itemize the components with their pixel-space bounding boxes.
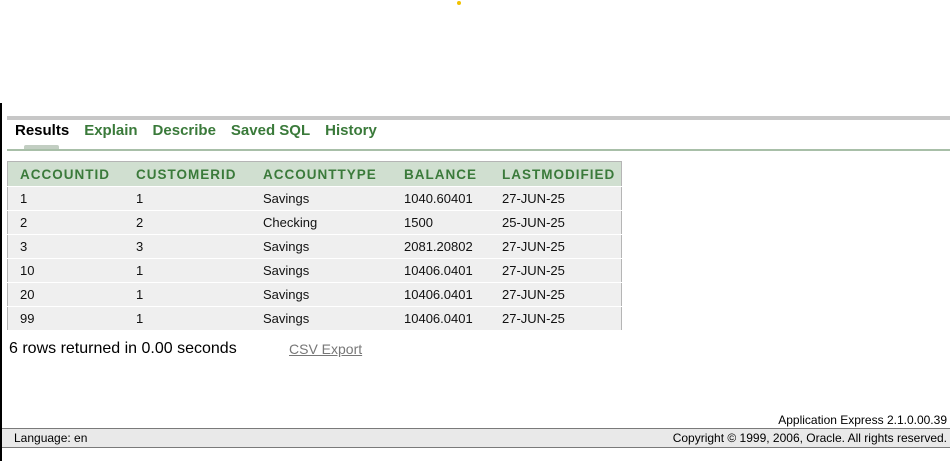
results-table: ACCOUNTID CUSTOMERID ACCOUNTTYPE BALANCE…: [7, 161, 622, 331]
footer-bar: Language: en Copyright © 1999, 2006, Ora…: [2, 428, 950, 448]
copyright-text: Copyright © 1999, 2006, Oracle. All righ…: [672, 431, 947, 445]
column-header: LASTMODIFIED: [490, 161, 622, 187]
table-cell: 27-JUN-25: [490, 234, 622, 259]
table-cell: 99: [7, 306, 124, 331]
table-cell: 20: [7, 282, 124, 307]
language-text: Language: en: [14, 431, 88, 445]
column-header: ACCOUNTTYPE: [251, 161, 392, 187]
table-cell: 10: [7, 258, 124, 283]
tab-results[interactable]: Results: [15, 122, 69, 142]
table-cell: 1: [124, 186, 251, 211]
column-header: BALANCE: [392, 161, 490, 187]
column-header: CUSTOMERID: [124, 161, 251, 187]
table-cell: 3: [124, 234, 251, 259]
table-cell: 1500: [392, 210, 490, 235]
table-cell: 1040.60401: [392, 186, 490, 211]
table-cell: 27-JUN-25: [490, 282, 622, 307]
column-header: ACCOUNTID: [7, 161, 124, 187]
table-cell: 2: [124, 210, 251, 235]
table-cell: 27-JUN-25: [490, 306, 622, 331]
yellow-dot: [457, 1, 461, 5]
table-cell: 1: [124, 282, 251, 307]
table-cell: Savings: [251, 258, 392, 283]
table-cell: Savings: [251, 186, 392, 211]
table-cell: 10406.0401: [392, 258, 490, 283]
table-cell: Savings: [251, 282, 392, 307]
table-row: 2 2 Checking 1500 25-JUN-25: [7, 210, 622, 235]
table-row: 10 1 Savings 10406.0401 27-JUN-25: [7, 258, 622, 283]
table-cell: 3: [7, 234, 124, 259]
table-cell: 1: [7, 186, 124, 211]
table-cell: 10406.0401: [392, 282, 490, 307]
table-cell: 27-JUN-25: [490, 186, 622, 211]
csv-export-link[interactable]: CSV Export: [289, 341, 362, 357]
table-cell: 10406.0401: [392, 306, 490, 331]
table-cell: 25-JUN-25: [490, 210, 622, 235]
tab-describe[interactable]: Describe: [153, 122, 216, 142]
table-row: 20 1 Savings 10406.0401 27-JUN-25: [7, 282, 622, 307]
table-cell: 2081.20802: [392, 234, 490, 259]
table-header-row: ACCOUNTID CUSTOMERID ACCOUNTTYPE BALANCE…: [7, 161, 622, 187]
table-row: 99 1 Savings 10406.0401 27-JUN-25: [7, 306, 622, 331]
tab-divider: [7, 149, 950, 151]
table-cell: Checking: [251, 210, 392, 235]
table-cell: 1: [124, 306, 251, 331]
top-divider: [7, 116, 950, 120]
table-cell: 1: [124, 258, 251, 283]
table-cell: Savings: [251, 306, 392, 331]
tab-bar: Results Explain Describe Saved SQL Histo…: [15, 122, 392, 142]
table-row: 1 1 Savings 1040.60401 27-JUN-25: [7, 186, 622, 211]
rows-returned-text: 6 rows returned in 0.00 seconds: [9, 340, 237, 357]
table-cell: Savings: [251, 234, 392, 259]
table-cell: 27-JUN-25: [490, 258, 622, 283]
version-text: Application Express 2.1.0.00.39: [778, 413, 947, 427]
tab-history[interactable]: History: [325, 122, 377, 142]
tab-saved-sql[interactable]: Saved SQL: [231, 122, 310, 142]
table-row: 3 3 Savings 2081.20802 27-JUN-25: [7, 234, 622, 259]
table-cell: 2: [7, 210, 124, 235]
left-border: [0, 103, 2, 461]
tab-explain[interactable]: Explain: [84, 122, 137, 142]
